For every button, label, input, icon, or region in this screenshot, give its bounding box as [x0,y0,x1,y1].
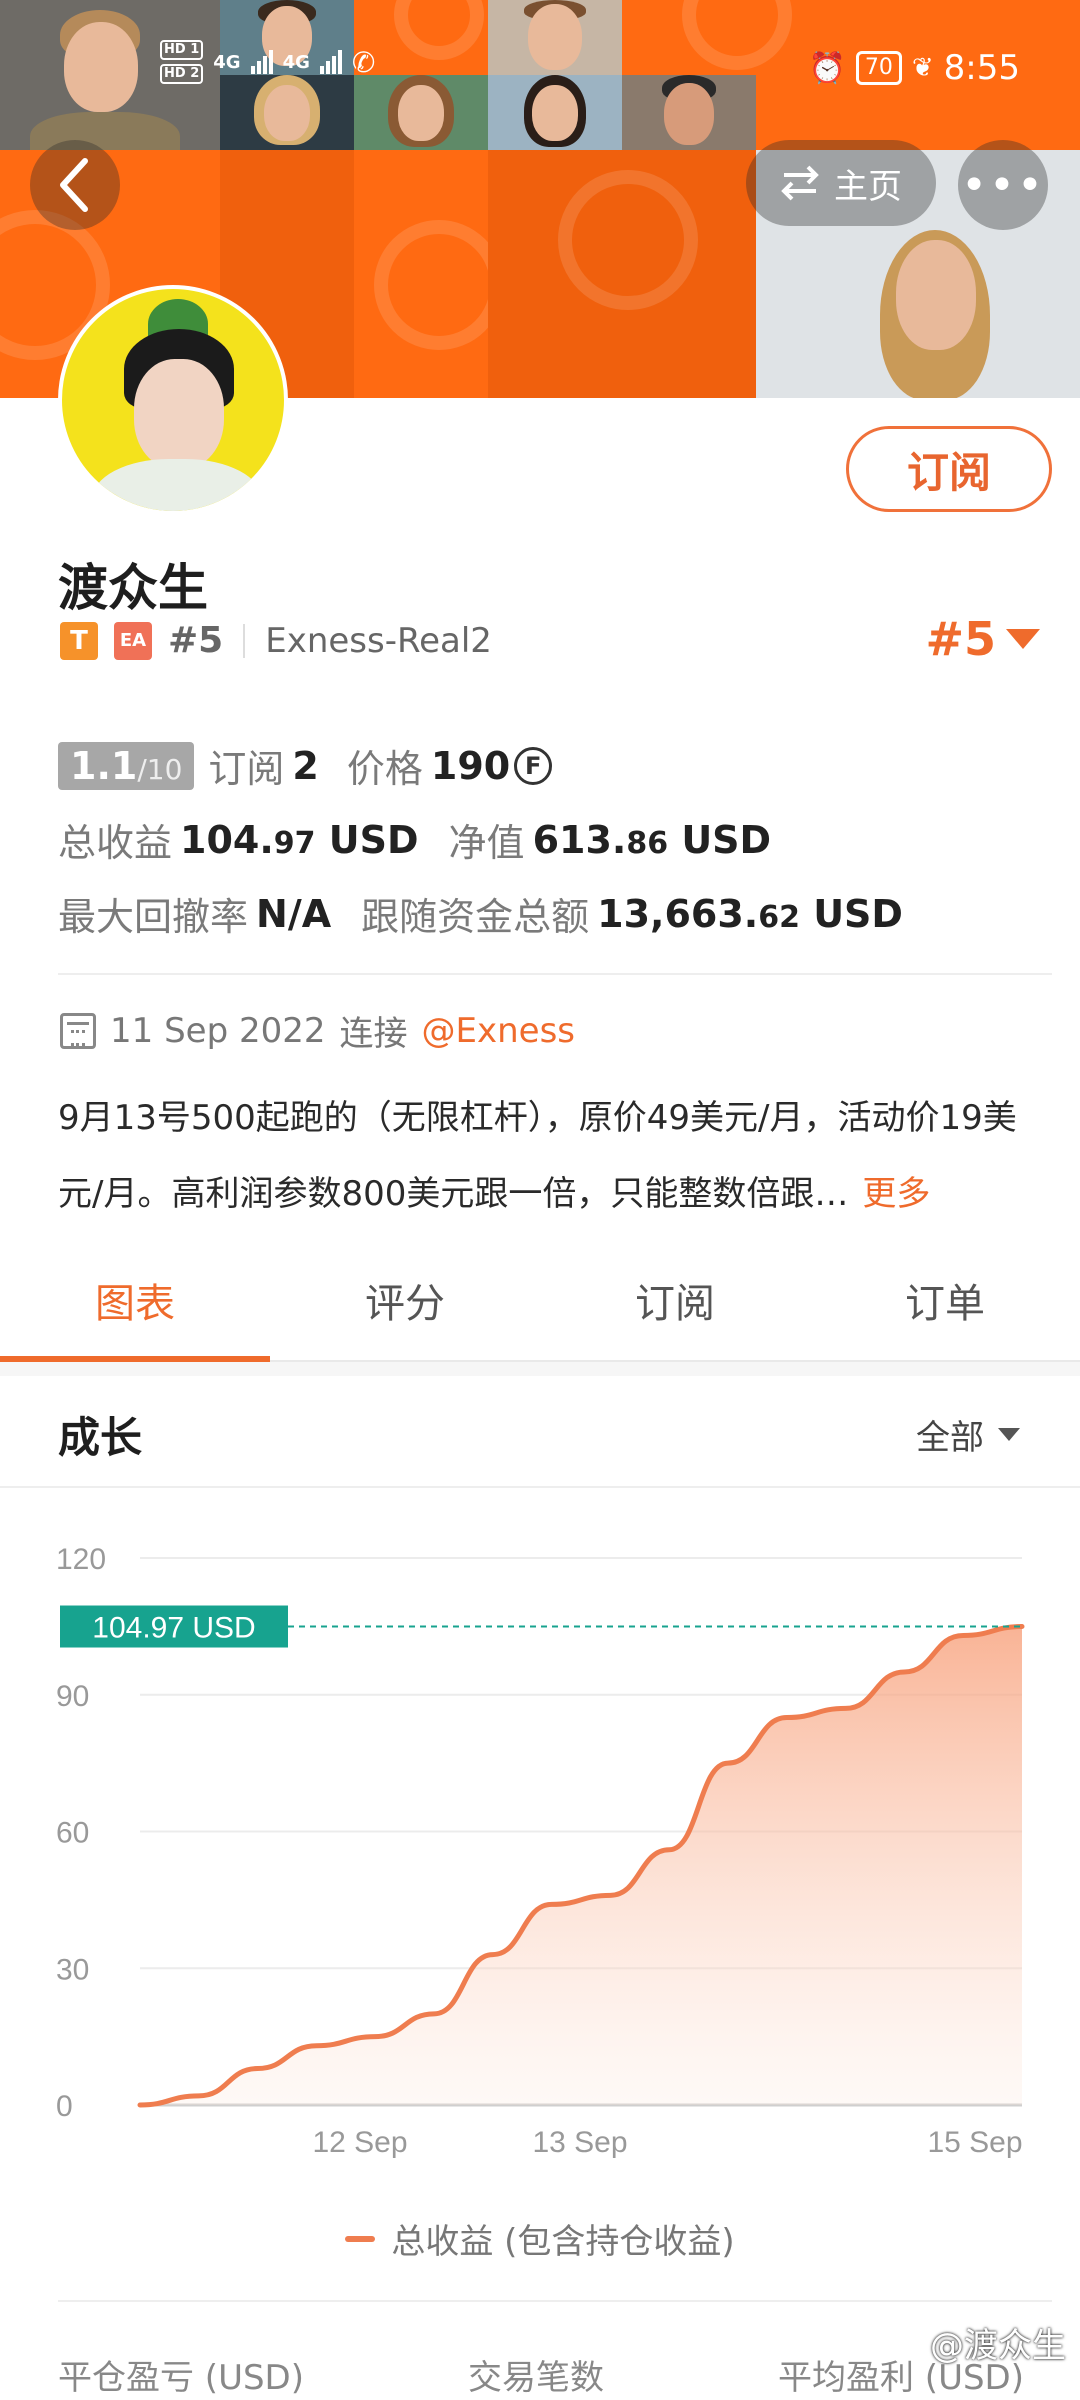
calendar-icon [60,1012,96,1049]
x-tick-label: 12 Sep [312,2126,407,2159]
system-indicators: ⏰ 70 ❦ 8:55 [808,48,1020,88]
clock: 8:55 [943,48,1020,88]
home-button[interactable]: 主页 [746,140,936,226]
rank-dropdown[interactable]: #5 [925,612,1040,666]
tab-bar: 图表 评分 订阅 订单 [0,1256,1080,1362]
connect-text: 连接 [339,1014,408,1054]
equity-label: 净值 [448,821,525,865]
legend-swatch [345,2235,376,2242]
alarm-icon: ⏰ [808,50,846,86]
hd-indicator: HD 1 [160,40,204,60]
description: 9月13号500起跑的（无限杠杆），原价49美元/月，活动价19美元/月。高利润… [58,1080,1048,1232]
y-tick-label: 120 [56,1543,106,1576]
subscribe-button[interactable]: 订阅 [846,426,1052,512]
subscribe-count: 2 [292,743,319,788]
y-tick-label: 0 [56,2090,73,2123]
area-fill [140,1626,1022,2105]
price-label: 价格 [346,747,423,791]
more-options-button[interactable]: ••• [958,140,1048,230]
range-filter-label: 全部 [916,1418,984,1458]
x-tick-label: 15 Sep [927,2126,1022,2159]
avatar[interactable] [58,285,288,515]
connect-info: 11 Sep 2022 连接 @Exness [60,1006,575,1055]
network-indicators: HD 1 HD 2 4G 4G ✆ [160,40,375,84]
total-profit-label: 总收益 [58,821,173,865]
x-tick-label: 13 Sep [532,2126,627,2159]
y-tick-label: 90 [56,1680,89,1713]
swap-arrows-icon [781,165,819,201]
stats-row-3: 最大回撤率 N/A 跟随资金总额 13,663.62 USD [58,886,903,941]
closed-pnl-header: 平仓盈亏 (USD) [58,2358,304,2398]
signal-icon [250,50,273,74]
wifi-call-icon: ✆ [351,45,376,79]
divider [58,973,1052,975]
network-type: 4G [282,51,310,73]
divider [243,623,246,658]
rank-label: #5 [168,620,224,661]
leaf-icon: ❦ [911,53,934,83]
tab-chart[interactable]: 图表 [0,1256,270,1362]
more-dots-icon: ••• [961,159,1045,211]
stats-row-2: 总收益 104.97 USD 净值 613.86 USD [58,812,771,867]
coin-icon: F [514,746,553,785]
follow-funds-label: 跟随资金总额 [361,895,590,939]
range-filter-dropdown[interactable]: 全部 [916,1410,1020,1459]
growth-section-header: 成长 全部 [0,1376,1080,1488]
drawdown-label: 最大回撤率 [58,895,249,939]
battery-icon: 70 [855,51,902,85]
subscribe-count-label: 订阅 [208,747,285,791]
caret-down-icon [998,1428,1020,1441]
stats-columns: 平仓盈亏 (USD) 交易笔数 平均盈利 (USD) [58,2350,1028,2400]
back-button[interactable] [30,140,120,230]
connect-date: 11 Sep 2022 [110,1010,326,1051]
total-profit-value: 104.97 USD [180,817,419,862]
broker-link[interactable]: @Exness [422,1011,576,1051]
tab-orders[interactable]: 订单 [810,1256,1080,1360]
legend-label: 总收益 (包含持仓收益) [391,2222,735,2262]
score-badge: 1.1/10 [58,741,195,790]
account-name: Exness-Real2 [265,620,492,661]
tab-rating[interactable]: 评分 [270,1256,540,1360]
follow-funds-value: 13,663.62 USD [597,891,903,936]
y-tick-label: 60 [56,1817,89,1850]
profile-badges: T EA #5 Exness-Real2 [60,620,492,661]
stats-row-1: 1.1/10 订阅 2 价格 190 F [58,738,553,793]
price-value: 190 [430,743,511,788]
status-bar: HD 1 HD 2 4G 4G ✆ ⏰ 70 ❦ 8:55 [0,0,1080,130]
growth-chart: 120 90 60 30 0 104.97 USD 12 Sep 13 Sep 15 Sep [0,1500,1080,2180]
caret-down-icon [1006,629,1040,649]
last-value-label: 104.97 USD [92,1612,255,1645]
ea-badge: EA [114,621,152,660]
watermark: @渡众生 [930,2326,1066,2366]
section-title: 成长 [58,1413,143,1462]
y-tick-label: 30 [56,1953,89,1986]
hd-indicator: HD 2 [160,64,204,84]
home-label: 主页 [834,166,902,207]
signal-icon [319,50,342,74]
profile-name: 渡众生 [58,559,208,617]
equity-value: 613.86 USD [532,817,772,862]
drawdown-value: N/A [256,891,332,936]
divider [58,2300,1052,2302]
chart-legend: 总收益 (包含持仓收益) [0,2214,1080,2263]
trade-count-header: 交易笔数 [468,2358,604,2398]
rank-value: #5 [925,612,996,666]
section-spacer [0,1362,1080,1376]
chevron-left-icon [60,158,88,212]
trader-badge: T [60,621,98,660]
more-link[interactable]: 更多 [862,1174,930,1214]
growth-chart-svg: 120 90 60 30 0 104.97 USD 12 Sep 13 Sep 15 Sep [56,1543,1025,2159]
network-type: 4G [213,51,241,73]
tab-subscriptions[interactable]: 订阅 [540,1256,810,1360]
